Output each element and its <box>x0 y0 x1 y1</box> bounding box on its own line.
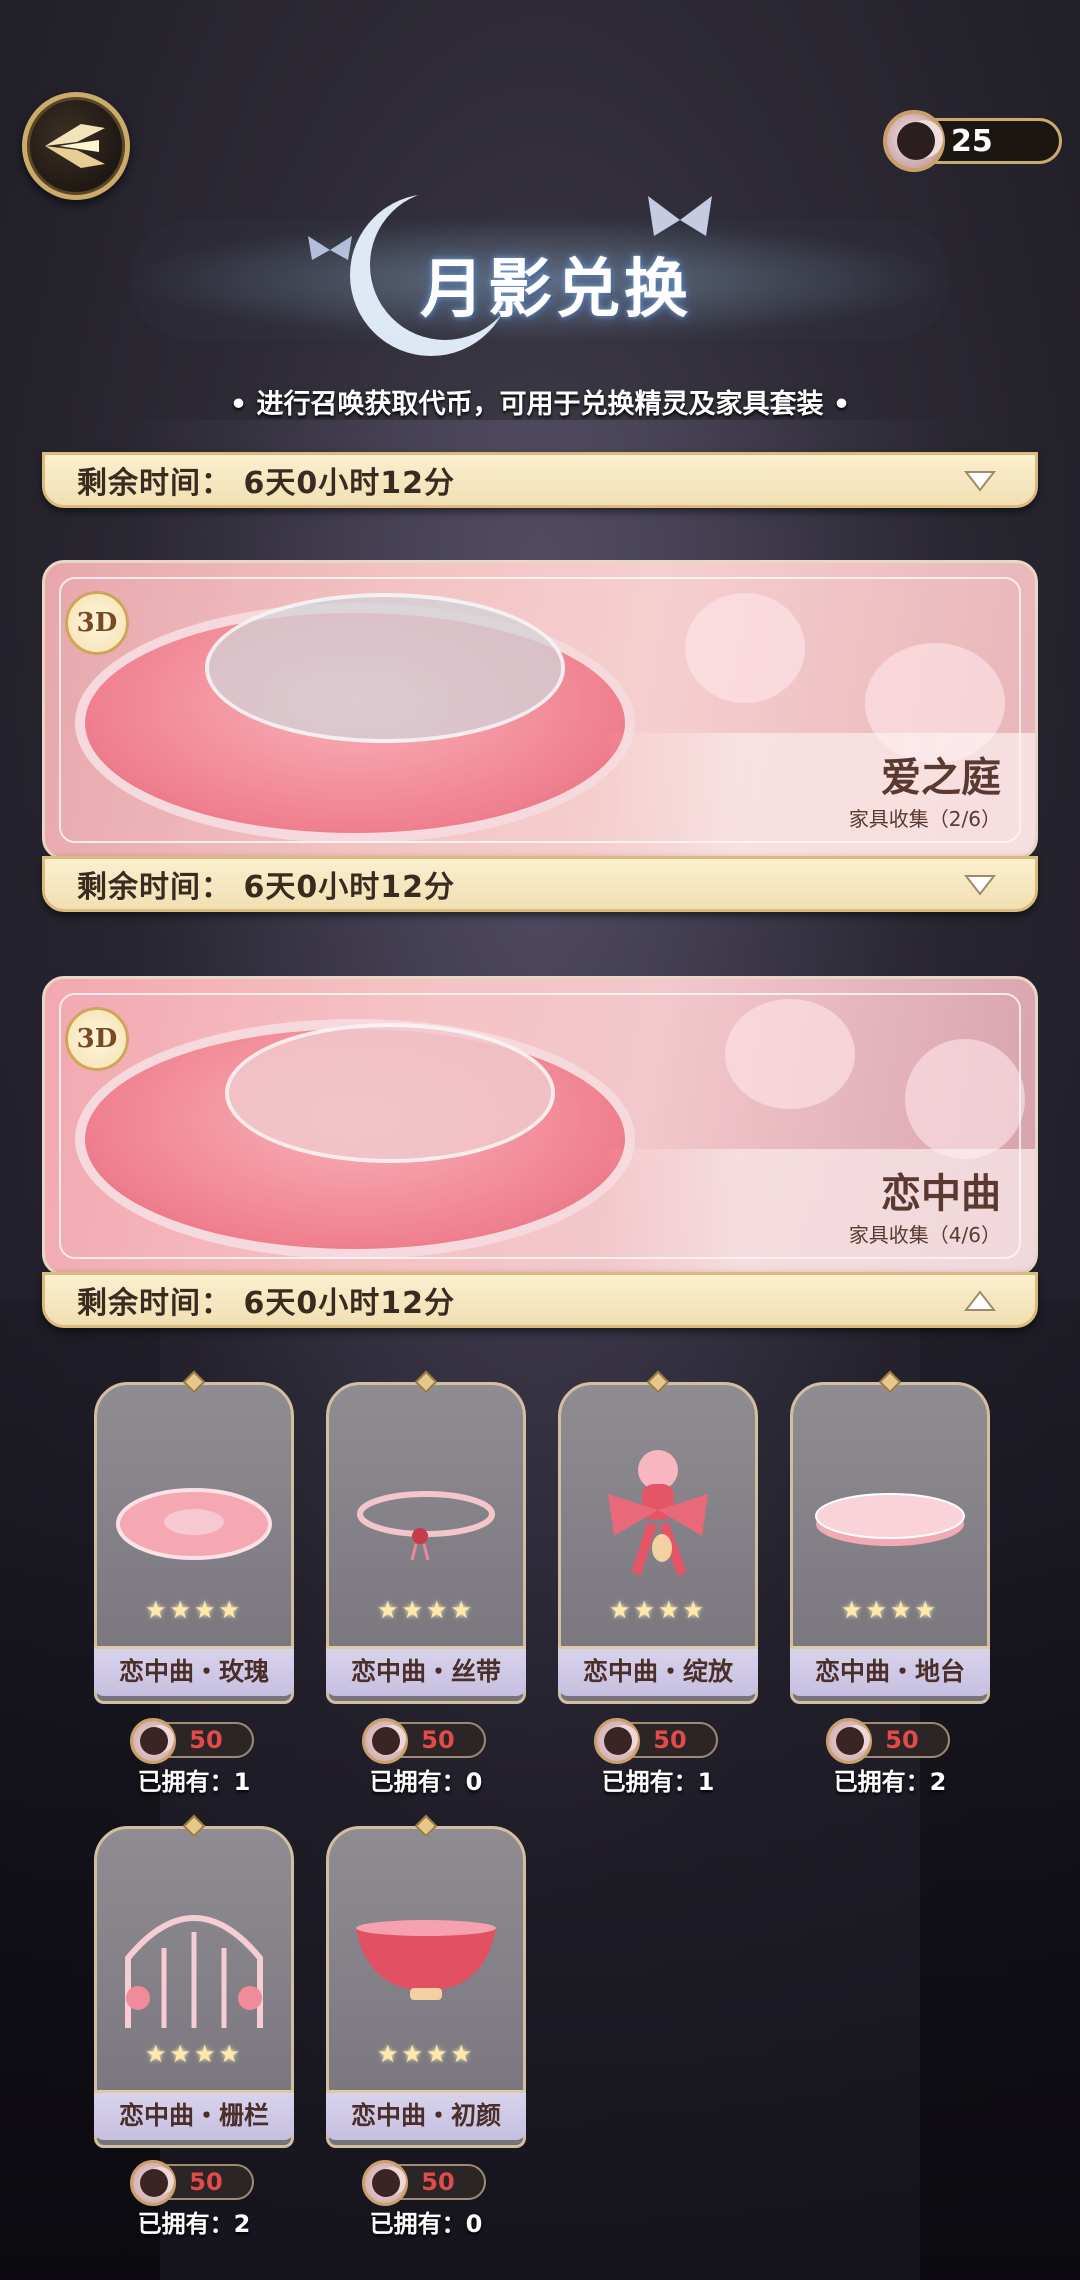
item-card-first-face[interactable]: ★★★★ 恋中曲・初颜 <box>326 1814 526 2148</box>
price-tag[interactable]: 50 <box>362 1718 486 1764</box>
item-card-rose[interactable]: ★★★★ 恋中曲・玫瑰 <box>94 1370 294 1704</box>
price-amount: 50 <box>653 1726 687 1754</box>
collection-progress: 家具收集（4/6） <box>848 1223 1001 1247</box>
platform-image <box>815 1493 965 1546</box>
item-card-fence[interactable]: ★★★★ 恋中曲・栅栏 <box>94 1814 294 2148</box>
moon-token-icon <box>130 2160 176 2206</box>
triangle-down-icon[interactable] <box>963 469 997 493</box>
set-name: 恋中曲 <box>881 1170 1001 1217</box>
round-rug-image <box>116 1488 272 1560</box>
item-name: 恋中曲・玫瑰 <box>94 1646 294 1696</box>
rarity-stars: ★★★★ <box>144 2040 244 2068</box>
moon-token-icon <box>594 1718 640 1764</box>
currency-counter[interactable]: 25 <box>883 110 1062 172</box>
owned-count: 已拥有：1 <box>137 1768 251 1796</box>
price-tag[interactable]: 50 <box>594 1718 718 1764</box>
price-tag[interactable]: 50 <box>362 2160 486 2206</box>
remaining-time-label: 剩余时间： 6天0小时12分 <box>77 870 455 905</box>
price-tag[interactable]: 50 <box>826 1718 950 1764</box>
set-banner-love-garden[interactable]: 3D 爱之庭 家具收集（2/6） <box>42 560 1038 860</box>
price-amount: 50 <box>189 2168 223 2196</box>
triangle-down-icon[interactable] <box>963 873 997 897</box>
timer-bar-love-garden[interactable]: 剩余时间： 6天0小时12分 <box>42 856 1038 912</box>
ribbon-wreath-image <box>357 1491 495 1561</box>
owned-count: 已拥有：2 <box>137 2210 251 2238</box>
rarity-stars: ★★★★ <box>376 1596 476 1624</box>
title-banner: 月影兑换 <box>0 180 1080 360</box>
moon-token-icon <box>362 1718 408 1764</box>
remaining-time-label: 剩余时间： 6天0小时12分 <box>77 1286 455 1321</box>
rarity-stars: ★★★★ <box>840 1596 940 1624</box>
item-card-platform[interactable]: ★★★★ 恋中曲・地台 <box>790 1370 990 1704</box>
timer-bar-previous[interactable]: 剩余时间： 6天0小时12分 <box>42 452 1038 508</box>
butterfly-icon <box>308 236 352 260</box>
timer-bar-love-melody[interactable]: 剩余时间： 6天0小时12分 <box>42 1272 1038 1328</box>
price-amount: 50 <box>189 1726 223 1754</box>
item-card-ribbon[interactable]: ★★★★ 恋中曲・丝带 <box>326 1370 526 1704</box>
wing-back-arrow-icon <box>45 124 105 168</box>
item-name: 恋中曲・栅栏 <box>94 2090 294 2140</box>
item-name: 恋中曲・初颜 <box>326 2090 526 2140</box>
moon-token-icon <box>883 110 945 172</box>
currency-count: 25 <box>951 123 993 159</box>
owned-count: 已拥有：0 <box>369 2210 483 2238</box>
badge-3d: 3D <box>65 1007 129 1071</box>
owned-count: 已拥有：0 <box>369 1768 483 1796</box>
bow-vase-image <box>608 1450 708 1576</box>
price-amount: 50 <box>421 2168 455 2196</box>
moon-token-icon <box>130 1718 176 1764</box>
remaining-time-label: 剩余时间： 6天0小时12分 <box>77 466 455 501</box>
price-tag[interactable]: 50 <box>130 2160 254 2206</box>
moon-token-icon <box>362 2160 408 2206</box>
owned-count: 已拥有：1 <box>601 1768 715 1796</box>
arch-fence-image <box>125 1915 263 2028</box>
moon-token-icon <box>826 1718 872 1764</box>
page-subtitle: • 进行召唤获取代币，可用于兑换精灵及家具套装 • <box>229 389 851 420</box>
set-banner-love-melody[interactable]: 3D 恋中曲 家具收集（4/6） <box>42 976 1038 1276</box>
collection-progress: 家具收集（2/6） <box>848 807 1001 831</box>
item-card-bloom[interactable]: ★★★★ 恋中曲・绽放 <box>558 1370 758 1704</box>
item-name: 恋中曲・地台 <box>790 1646 990 1696</box>
rarity-stars: ★★★★ <box>608 1596 708 1624</box>
triangle-up-icon[interactable] <box>963 1289 997 1313</box>
rarity-stars: ★★★★ <box>144 1596 244 1624</box>
price-tag[interactable]: 50 <box>130 1718 254 1764</box>
price-amount: 50 <box>885 1726 919 1754</box>
item-name: 恋中曲・丝带 <box>326 1646 526 1696</box>
rarity-stars: ★★★★ <box>376 2040 476 2068</box>
badge-3d: 3D <box>65 591 129 655</box>
bowl-image <box>356 1920 496 2000</box>
price-amount: 50 <box>421 1726 455 1754</box>
item-name: 恋中曲・绽放 <box>558 1646 758 1696</box>
set-name: 爱之庭 <box>881 754 1001 801</box>
page-title: 月影兑换 <box>420 252 692 327</box>
owned-count: 已拥有：2 <box>833 1768 947 1796</box>
